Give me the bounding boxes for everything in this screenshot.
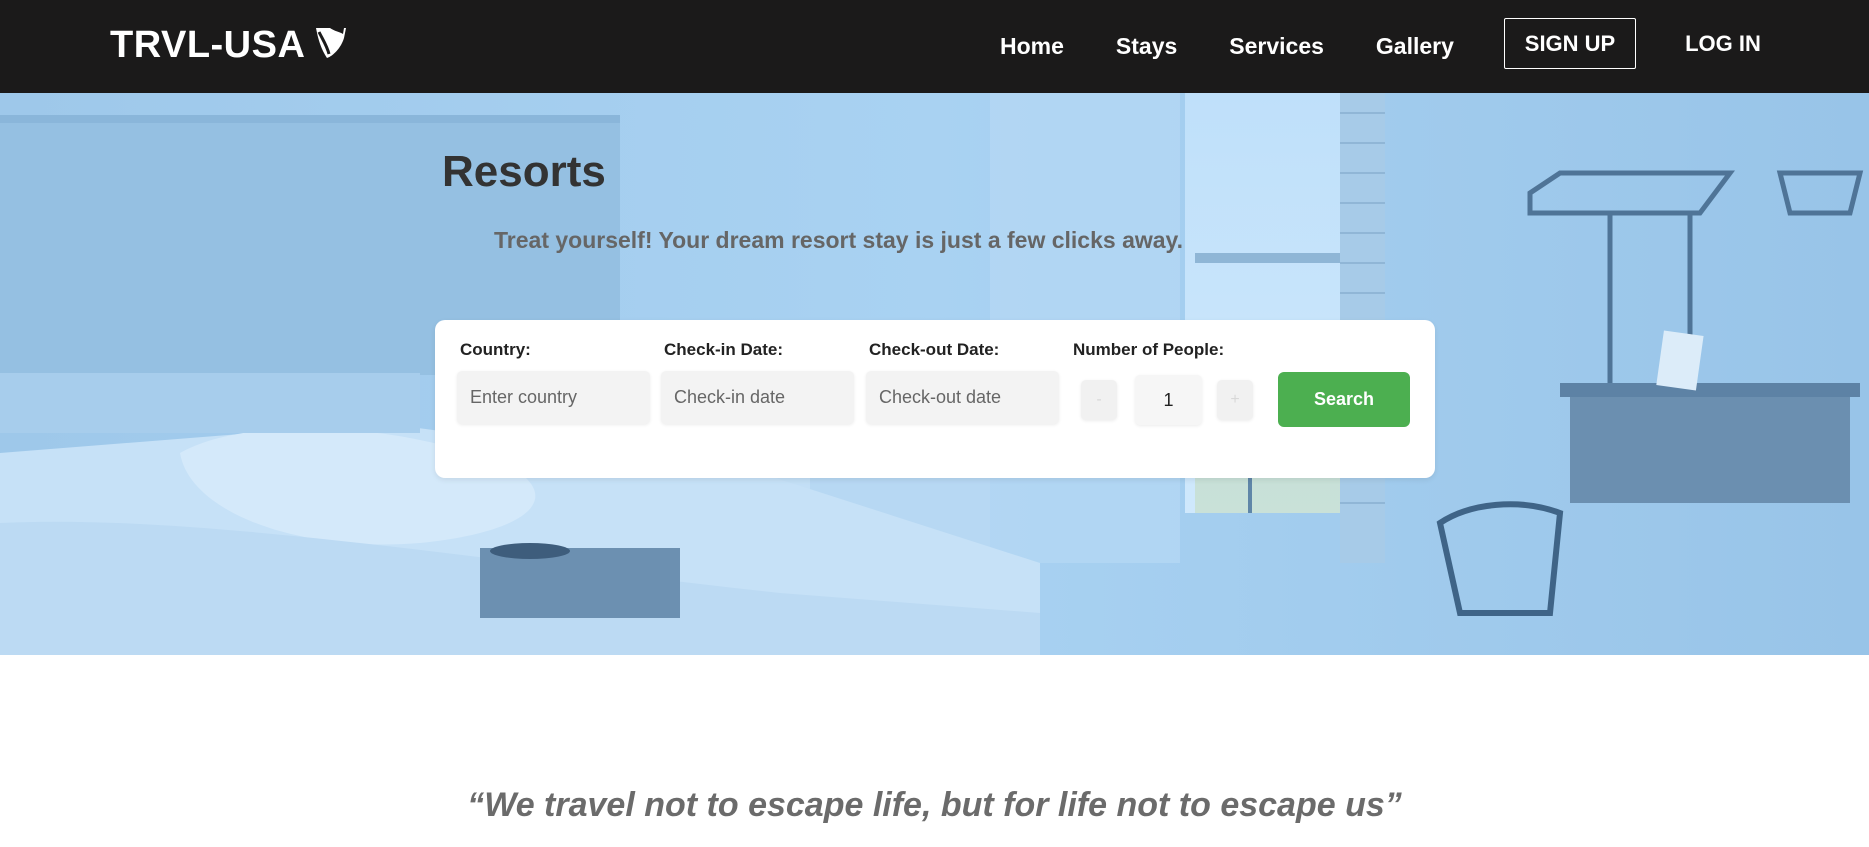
checkin-date-input[interactable]: [661, 371, 854, 424]
nav-link-home[interactable]: Home: [1000, 33, 1064, 60]
hero-section: Resorts Treat yourself! Your dream resor…: [0, 93, 1869, 655]
page-title: Resorts: [442, 147, 606, 196]
checkout-label: Check-out Date:: [869, 340, 1000, 359]
people-label: Number of People:: [1073, 340, 1225, 359]
login-link[interactable]: LOG IN: [1668, 18, 1778, 69]
search-button[interactable]: Search: [1278, 372, 1410, 427]
typo3-shield-icon: [316, 28, 347, 58]
page-subtitle: Treat yourself! Your dream resort stay i…: [494, 227, 1184, 253]
travel-quote: “We travel not to escape life, but for l…: [467, 786, 1402, 824]
people-count-value: 1: [1135, 375, 1202, 425]
nav-link-services[interactable]: Services: [1229, 33, 1324, 60]
brand-name: TRVL-USA: [110, 23, 306, 66]
signup-button[interactable]: SIGN UP: [1504, 18, 1636, 69]
resort-search-form: Country: Check-in Date: Check-out Date: …: [435, 320, 1435, 478]
nav-link-stays[interactable]: Stays: [1116, 33, 1177, 60]
nav-link-gallery[interactable]: Gallery: [1376, 33, 1454, 60]
decrement-people-button[interactable]: -: [1081, 380, 1117, 420]
top-navbar: TRVL-USA Home Stays Services Gallery SIG…: [0, 0, 1869, 93]
increment-people-button[interactable]: +: [1217, 380, 1253, 420]
main-nav: Home Stays Services Gallery: [1000, 0, 1506, 93]
checkout-date-input[interactable]: [866, 371, 1059, 424]
checkin-label: Check-in Date:: [664, 340, 784, 359]
country-input[interactable]: [457, 371, 650, 424]
brand-home-link[interactable]: TRVL-USA: [110, 22, 349, 68]
country-label: Country:: [460, 340, 531, 359]
